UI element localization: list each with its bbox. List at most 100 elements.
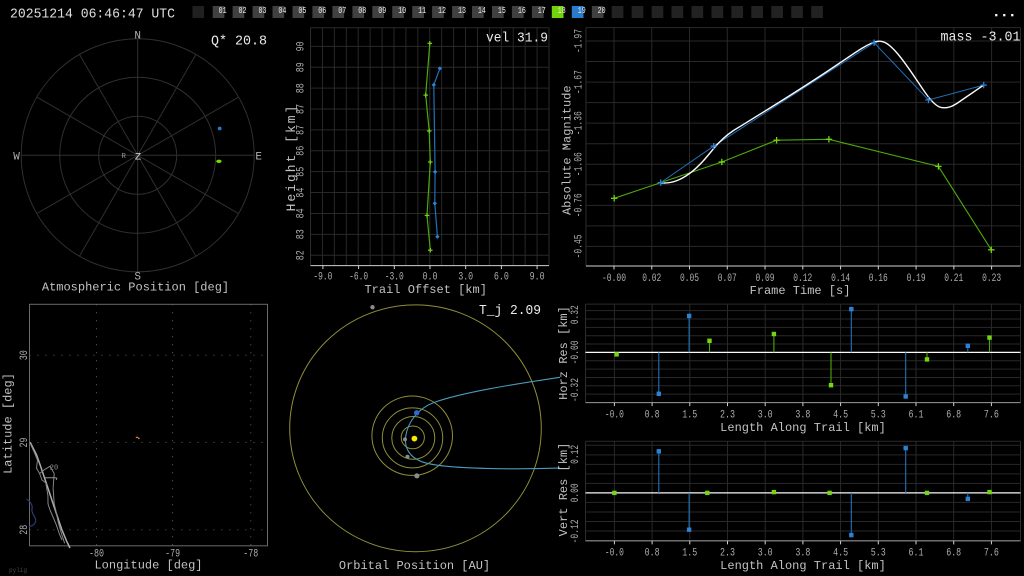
- svg-text:83: 83: [296, 229, 308, 239]
- svg-text:7.6: 7.6: [984, 548, 999, 560]
- svg-text:-78: -78: [243, 549, 258, 561]
- svg-text:09: 09: [378, 5, 386, 16]
- svg-text:T_j 2.09: T_j 2.09: [479, 303, 541, 319]
- svg-text:16: 16: [518, 5, 526, 16]
- svg-text:0.19: 0.19: [907, 273, 926, 285]
- svg-text:14: 14: [478, 5, 486, 16]
- svg-text:0.8: 0.8: [645, 410, 660, 422]
- svg-text:0.32: 0.32: [570, 305, 582, 324]
- svg-text:-1.06: -1.06: [574, 152, 586, 176]
- svg-text:13: 13: [458, 5, 466, 16]
- svg-text:-1.97: -1.97: [574, 29, 586, 53]
- svg-text:02: 02: [239, 5, 247, 16]
- svg-text:-0.0: -0.0: [605, 548, 624, 560]
- svg-text:W: W: [13, 151, 20, 163]
- svg-text:0.8: 0.8: [645, 548, 660, 560]
- svg-text:-0.00: -0.00: [570, 340, 582, 364]
- svg-text:20251214 06:46:47 UTC: 20251214 06:46:47 UTC: [10, 7, 175, 23]
- svg-text:0.12: 0.12: [570, 445, 582, 464]
- svg-text:15: 15: [498, 5, 506, 16]
- svg-text:01: 01: [219, 5, 227, 16]
- svg-text:Height [km]: Height [km]: [284, 104, 299, 212]
- svg-text:N: N: [134, 31, 141, 43]
- svg-text:0.0: 0.0: [423, 272, 438, 284]
- svg-text:-6.0: -6.0: [349, 272, 368, 284]
- svg-text:19: 19: [578, 5, 586, 16]
- svg-text:3.0: 3.0: [758, 548, 773, 560]
- svg-text:E: E: [255, 151, 262, 163]
- svg-text:-0.45: -0.45: [574, 234, 586, 258]
- svg-text:20: 20: [598, 5, 606, 16]
- svg-text:-0.0: -0.0: [605, 410, 624, 422]
- svg-text:12: 12: [438, 5, 446, 16]
- svg-text:pylig: pylig: [9, 567, 27, 574]
- svg-text:18: 18: [558, 5, 566, 16]
- svg-text:2.3: 2.3: [720, 410, 735, 422]
- svg-text:-3.0: -3.0: [385, 272, 404, 284]
- svg-text:06: 06: [318, 5, 326, 16]
- svg-text:30: 30: [19, 350, 31, 360]
- svg-text:Orbital Position [AU]: Orbital Position [AU]: [339, 559, 490, 573]
- svg-text:-0.76: -0.76: [574, 193, 586, 217]
- svg-text:Vert Res [km]: Vert Res [km]: [557, 443, 571, 537]
- svg-text:89: 89: [296, 62, 308, 72]
- svg-text:6.8: 6.8: [946, 548, 961, 560]
- svg-text:11: 11: [418, 5, 426, 16]
- svg-text:Length Along Trail [km]: Length Along Trail [km]: [720, 559, 886, 573]
- svg-text:3.0: 3.0: [458, 272, 473, 284]
- svg-text:Atmospheric Position [deg]: Atmospheric Position [deg]: [42, 281, 229, 295]
- svg-text:7.6: 7.6: [984, 410, 999, 422]
- svg-text:-0.12: -0.12: [570, 519, 582, 543]
- svg-text:9.0: 9.0: [530, 272, 545, 284]
- svg-text:5.3: 5.3: [871, 548, 886, 560]
- svg-text:Trail Offset [km]: Trail Offset [km]: [364, 283, 486, 297]
- svg-text:3.0: 3.0: [758, 410, 773, 422]
- svg-text:Z: Z: [135, 151, 141, 163]
- svg-text:0.00: 0.00: [570, 483, 582, 502]
- svg-text:0.21: 0.21: [944, 273, 963, 285]
- svg-text:04: 04: [278, 5, 286, 16]
- svg-text:Absolute Magnitude: Absolute Magnitude: [560, 85, 574, 215]
- svg-text:4.5: 4.5: [833, 548, 848, 560]
- svg-text:-1.36: -1.36: [574, 111, 586, 135]
- svg-text:Q* 20.8: Q* 20.8: [211, 34, 267, 50]
- svg-text:Frame Time [s]: Frame Time [s]: [750, 284, 851, 298]
- svg-text:0.02: 0.02: [642, 273, 661, 285]
- svg-text:6.8: 6.8: [946, 410, 961, 422]
- svg-text:88: 88: [296, 83, 308, 93]
- svg-text:-1.67: -1.67: [574, 70, 586, 94]
- svg-text:0.05: 0.05: [680, 273, 699, 285]
- svg-text:07: 07: [338, 5, 346, 16]
- svg-text:-9.0: -9.0: [313, 272, 332, 284]
- svg-text:-0.00: -0.00: [602, 273, 626, 285]
- svg-text:6.1: 6.1: [909, 548, 924, 560]
- svg-text:6.1: 6.1: [909, 410, 924, 422]
- svg-text:82: 82: [296, 250, 308, 260]
- svg-text:20: 20: [50, 465, 58, 473]
- svg-text:2.3: 2.3: [720, 548, 735, 560]
- svg-text:-0.32: -0.32: [570, 378, 582, 402]
- svg-text:17: 17: [538, 5, 546, 16]
- svg-text:Longitude [deg]: Longitude [deg]: [94, 559, 202, 573]
- svg-text:R: R: [121, 153, 126, 161]
- svg-text:3.8: 3.8: [795, 548, 810, 560]
- svg-text:4.5: 4.5: [833, 410, 848, 422]
- svg-text:3.8: 3.8: [795, 410, 810, 422]
- svg-text:10: 10: [398, 5, 406, 16]
- svg-text:0.23: 0.23: [982, 273, 1001, 285]
- svg-text:Length Along Trail [km]: Length Along Trail [km]: [720, 421, 886, 435]
- svg-text:03: 03: [259, 5, 267, 16]
- svg-text:1.5: 1.5: [682, 548, 697, 560]
- svg-text:mass -3.01: mass -3.01: [941, 30, 1021, 46]
- svg-text:5.3: 5.3: [871, 410, 886, 422]
- svg-text:0.16: 0.16: [869, 273, 888, 285]
- svg-text:29: 29: [19, 438, 31, 448]
- svg-text:vel 31.9: vel 31.9: [486, 31, 548, 47]
- svg-text:6.0: 6.0: [494, 272, 509, 284]
- svg-text:90: 90: [296, 41, 308, 51]
- svg-text:Latitude [deg]: Latitude [deg]: [2, 373, 16, 474]
- svg-text:08: 08: [358, 5, 366, 16]
- svg-text:1.5: 1.5: [682, 410, 697, 422]
- svg-text:Horz Res [km]: Horz Res [km]: [557, 306, 571, 400]
- svg-text:05: 05: [298, 5, 306, 16]
